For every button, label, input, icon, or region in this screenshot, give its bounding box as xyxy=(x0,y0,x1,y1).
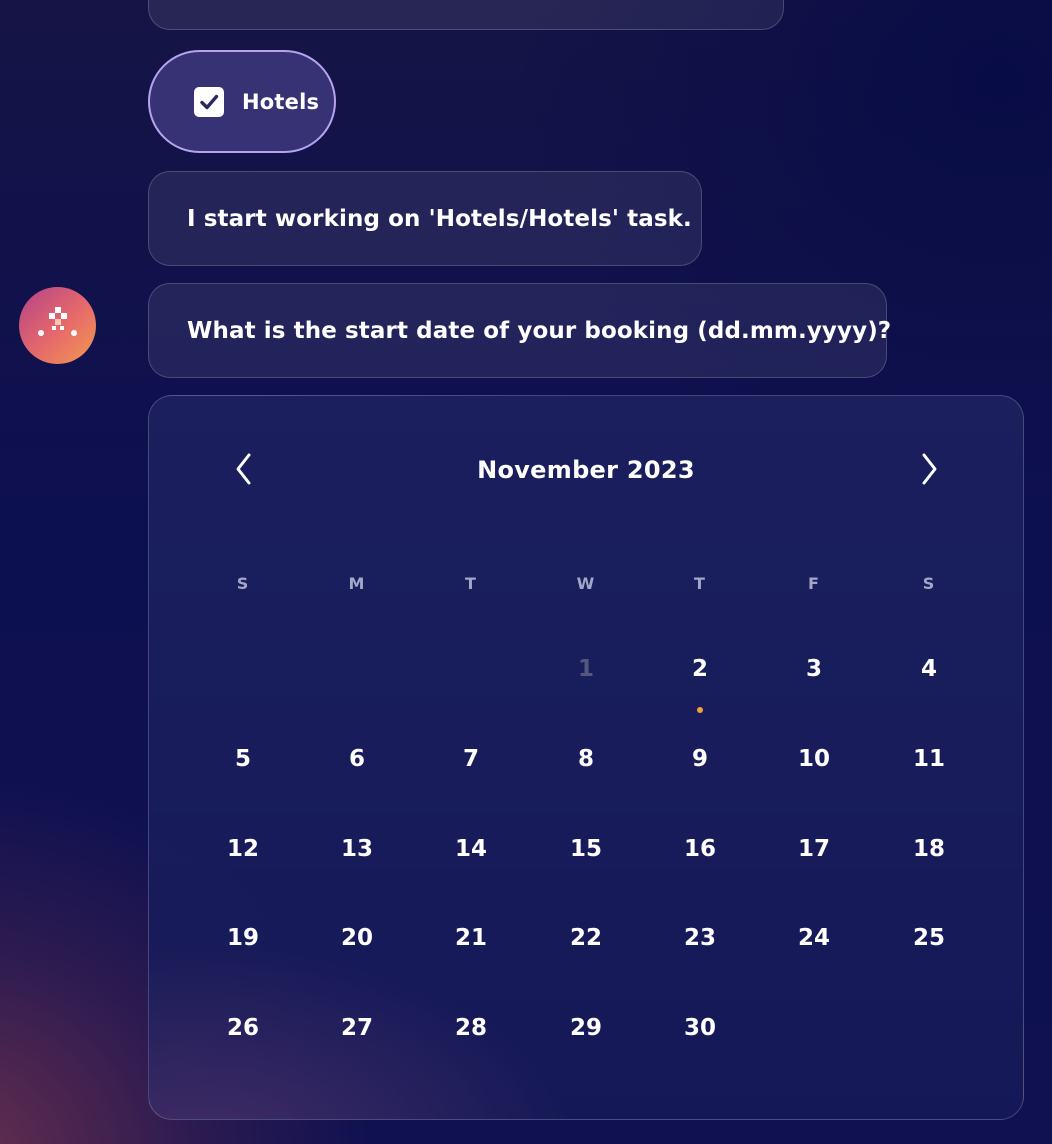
calendar-day-5[interactable]: 5 xyxy=(213,729,273,789)
date-picker-calendar: November 2023 SMTWTFS 1 2 3 4 5 6 7 8 9 10 11 12 13 1… xyxy=(148,395,1024,1120)
next-month-button[interactable] xyxy=(906,446,952,492)
month-year-title: November 2023 xyxy=(149,456,1023,484)
calendar-day-6[interactable]: 6 xyxy=(327,729,387,789)
calendar-day-21[interactable]: 21 xyxy=(441,908,501,968)
calendar-day-12[interactable]: 12 xyxy=(213,819,273,879)
calendar-day-4[interactable]: 4 xyxy=(899,639,959,699)
weekday-label: S xyxy=(922,574,936,593)
calendar-day-17[interactable]: 17 xyxy=(784,819,844,879)
calendar-day-23[interactable]: 23 xyxy=(670,908,730,968)
calendar-day-16[interactable]: 16 xyxy=(670,819,730,879)
weekday-label: M xyxy=(348,574,366,593)
calendar-day-19[interactable]: 19 xyxy=(213,908,273,968)
bot-question-message: What is the start date of your booking (… xyxy=(148,283,891,378)
weekday-label: T xyxy=(465,574,477,593)
calendar-day-30[interactable]: 30 xyxy=(670,998,730,1058)
calendar-day-18[interactable]: 18 xyxy=(899,819,959,879)
calendar-day-20[interactable]: 20 xyxy=(327,908,387,968)
weekday-label: S xyxy=(236,574,250,593)
hotels-option-label: Hotels xyxy=(242,89,320,114)
calendar-day-29[interactable]: 29 xyxy=(556,998,616,1058)
previous-message-bubble xyxy=(148,0,784,30)
calendar-day-15[interactable]: 15 xyxy=(556,819,616,879)
calendar-day-27[interactable]: 27 xyxy=(327,998,387,1058)
checkbox-checked-icon[interactable] xyxy=(194,86,224,117)
message-text: I start working on 'Hotels/Hotels' task. xyxy=(187,205,692,232)
calendar-day-7[interactable]: 7 xyxy=(441,729,501,789)
calendar-day-14[interactable]: 14 xyxy=(441,819,501,879)
weekday-label: T xyxy=(694,574,706,593)
month-year-label: November 2023 xyxy=(477,456,695,484)
today-indicator-dot xyxy=(697,707,703,713)
calendar-day-26[interactable]: 26 xyxy=(213,998,273,1058)
hotels-option-chip[interactable]: Hotels xyxy=(148,50,336,153)
calendar-day-11[interactable]: 11 xyxy=(899,729,959,789)
calendar-day-9[interactable]: 9 xyxy=(670,729,730,789)
calendar-day-22[interactable]: 22 xyxy=(556,908,616,968)
weekday-label: W xyxy=(576,574,596,593)
calendar-day-28[interactable]: 28 xyxy=(441,998,501,1058)
calendar-day-24[interactable]: 24 xyxy=(784,908,844,968)
message-text: What is the start date of your booking (… xyxy=(187,317,892,344)
calendar-day-1: 1 xyxy=(577,656,594,682)
calendar-day-3[interactable]: 3 xyxy=(784,639,844,699)
assistant-logo-icon xyxy=(38,307,77,336)
weekday-label: F xyxy=(808,574,820,593)
calendar-day-2[interactable]: 2 xyxy=(670,639,730,699)
assistant-avatar xyxy=(19,287,96,364)
checkmark-icon xyxy=(200,94,219,109)
calendar-day-25[interactable]: 25 xyxy=(899,908,959,968)
calendar-day-13[interactable]: 13 xyxy=(327,819,387,879)
calendar-day-10[interactable]: 10 xyxy=(784,729,844,789)
calendar-day-8[interactable]: 8 xyxy=(556,729,616,789)
bot-message: I start working on 'Hotels/Hotels' task. xyxy=(148,171,702,266)
chevron-right-icon xyxy=(922,453,937,485)
